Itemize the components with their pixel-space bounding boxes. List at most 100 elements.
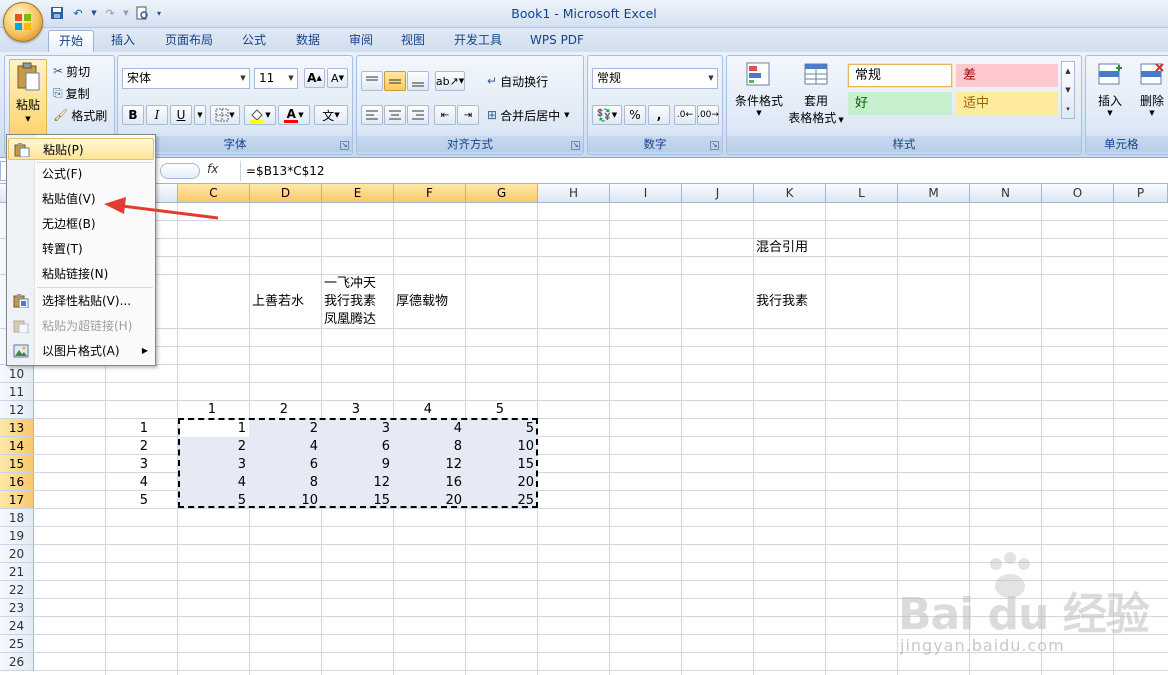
table-cell[interactable]: 10 (250, 492, 320, 510)
undo-dropdown-icon[interactable]: ▼ (90, 4, 98, 22)
tab-home[interactable]: 开始 (48, 30, 94, 52)
column-header-j[interactable]: J (682, 184, 754, 203)
table-cell[interactable]: 6 (322, 438, 392, 456)
redo-dropdown-icon[interactable]: ▼ (122, 4, 130, 22)
style-neutral[interactable]: 适中 (956, 92, 1058, 115)
row-header-14[interactable]: 14 (0, 437, 34, 455)
cell-k-mixed-ref[interactable]: 混合引用 (756, 239, 808, 257)
column-header-i[interactable]: I (610, 184, 682, 203)
number-dialog-launcher-icon[interactable]: ↘ (710, 141, 719, 150)
cell-e-line2[interactable]: 我行我素 (324, 293, 376, 311)
row-header-17[interactable]: 17 (0, 491, 34, 509)
styles-gallery-scroll[interactable]: ▲ ▼ ▾ (1061, 61, 1075, 119)
fill-color-button[interactable]: ▼ (244, 105, 276, 125)
row-header-22[interactable]: 22 (0, 581, 34, 599)
tab-review[interactable]: 审阅 (340, 30, 382, 52)
table-cell[interactable]: 16 (394, 474, 464, 492)
redo-icon[interactable]: ↷ (101, 4, 119, 22)
undo-icon[interactable]: ↶ (69, 4, 87, 22)
tab-developer[interactable]: 开发工具 (446, 30, 510, 52)
table-cell[interactable]: 20 (394, 492, 464, 510)
copy-button[interactable]: ⎘ 复制 (53, 84, 90, 102)
table-cell[interactable]: 4 (394, 420, 464, 438)
tab-view[interactable]: 视图 (393, 30, 433, 52)
phonetic-button[interactable]: 文 ▼ (314, 105, 348, 125)
column-header-c[interactable]: C (178, 184, 250, 203)
column-header-d[interactable]: D (250, 184, 322, 203)
formula-bar-handle[interactable] (160, 163, 200, 179)
style-good[interactable]: 好 (848, 92, 952, 115)
row-header-18[interactable]: 18 (0, 509, 34, 527)
print-preview-icon[interactable] (133, 4, 151, 22)
column-header-n[interactable]: N (970, 184, 1042, 203)
row-header-11[interactable]: 11 (0, 383, 34, 401)
column-header-h[interactable]: H (538, 184, 610, 203)
table-cell[interactable]: 4 (250, 438, 320, 456)
align-left-button[interactable] (361, 105, 383, 125)
cell-b13[interactable]: 1 (106, 420, 150, 438)
table-cell[interactable]: 10 (466, 438, 536, 456)
column-header-e[interactable]: E (322, 184, 394, 203)
merge-center-button[interactable]: ⊞ 合并后居中 ▼ (487, 106, 569, 124)
italic-button[interactable]: I (146, 105, 168, 125)
cut-button[interactable]: ✂ 剪切 (53, 62, 90, 80)
cell-e-line1[interactable]: 一飞冲天 (324, 275, 376, 293)
increase-indent-button[interactable]: ⇥ (457, 105, 479, 125)
table-cell[interactable]: 3 (322, 420, 392, 438)
cell-b16[interactable]: 4 (106, 474, 150, 492)
underline-dropdown-icon[interactable]: ▼ (194, 105, 206, 125)
row-header-25[interactable]: 25 (0, 635, 34, 653)
table-cell[interactable]: 25 (466, 492, 536, 510)
cell-d12[interactable]: 2 (250, 401, 290, 419)
format-painter-button[interactable]: 🖌 格式刷 (53, 106, 107, 124)
column-header-g[interactable]: G (466, 184, 538, 203)
table-cell[interactable]: 12 (322, 474, 392, 492)
table-cell[interactable]: 5 (466, 420, 536, 438)
column-header-o[interactable]: O (1042, 184, 1114, 203)
underline-button[interactable]: U (170, 105, 192, 125)
cell-b14[interactable]: 2 (106, 438, 150, 456)
align-right-button[interactable] (407, 105, 429, 125)
paste-button[interactable]: 粘贴 ▼ (9, 59, 47, 135)
tab-data[interactable]: 数据 (287, 30, 329, 52)
decrease-indent-button[interactable]: ⇤ (434, 105, 456, 125)
format-as-table-button[interactable]: 套用 表格格式 ▼ (785, 60, 847, 132)
insert-cells-button[interactable]: 插入 ▼ (1090, 60, 1130, 132)
font-size-select[interactable]: 11 ▼ (254, 68, 298, 89)
table-cell[interactable]: 8 (250, 474, 320, 492)
grow-font-button[interactable]: A ▲ (304, 68, 325, 88)
row-header-24[interactable]: 24 (0, 617, 34, 635)
table-cell[interactable]: 15 (322, 492, 392, 510)
bold-button[interactable]: B (122, 105, 144, 125)
menu-item-as-picture[interactable]: 以图片格式(A) ▶ (8, 340, 154, 362)
row-header-21[interactable]: 21 (0, 563, 34, 581)
cell-f-text[interactable]: 厚德载物 (396, 293, 448, 311)
table-cell[interactable]: 8 (394, 438, 464, 456)
table-cell[interactable]: 9 (322, 456, 392, 474)
table-cell[interactable]: 2 (178, 438, 248, 456)
table-cell[interactable]: 2 (250, 420, 320, 438)
menu-item-transpose[interactable]: 转置(T) (8, 238, 154, 260)
menu-item-paste-values[interactable]: 粘贴值(V) (8, 188, 154, 210)
cell-e12[interactable]: 3 (322, 401, 362, 419)
row-header-10[interactable]: 10 (0, 365, 34, 383)
orientation-button[interactable]: ab↗ ▼ (435, 71, 465, 91)
cell-e-line3[interactable]: 凤凰腾达 (324, 311, 376, 329)
tab-page-layout[interactable]: 页面布局 (158, 30, 220, 52)
align-middle-button[interactable] (384, 71, 406, 91)
font-dialog-launcher-icon[interactable]: ↘ (340, 141, 349, 150)
table-cell[interactable]: 5 (178, 492, 248, 510)
menu-item-formulas[interactable]: 公式(F) (8, 163, 154, 185)
cell-b17[interactable]: 5 (106, 492, 150, 510)
style-normal[interactable]: 常规 (848, 64, 952, 87)
row-header-23[interactable]: 23 (0, 599, 34, 617)
menu-item-paste-link[interactable]: 粘贴链接(N) (8, 263, 154, 285)
tab-insert[interactable]: 插入 (103, 30, 143, 52)
alignment-dialog-launcher-icon[interactable]: ↘ (571, 141, 580, 150)
wrap-text-button[interactable]: ↵ 自动换行 (487, 72, 548, 90)
table-cell[interactable]: 1 (178, 420, 248, 438)
column-header-m[interactable]: M (898, 184, 970, 203)
column-header-k[interactable]: K (754, 184, 826, 203)
menu-item-paste[interactable]: 粘贴(P) (8, 138, 154, 160)
row-header-15[interactable]: 15 (0, 455, 34, 473)
